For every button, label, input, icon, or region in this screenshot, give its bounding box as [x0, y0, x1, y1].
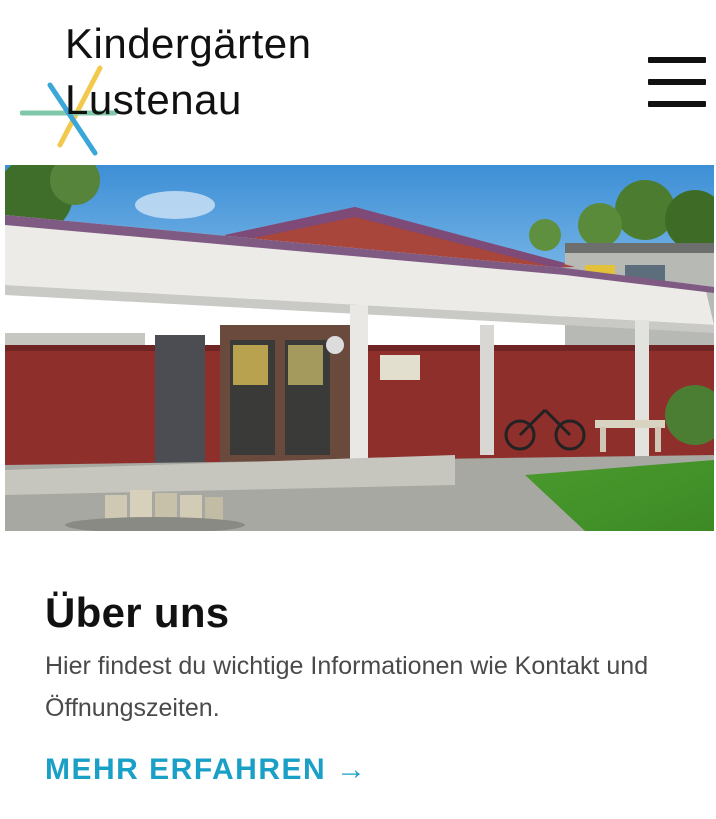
- site-header: Kindergärten Lustenau: [0, 0, 716, 165]
- section-description: Hier findest du wichtige Informationen w…: [45, 652, 649, 722]
- logo-line-1: Kindergärten: [65, 20, 312, 67]
- hamburger-menu-button[interactable]: [648, 55, 710, 113]
- logo-line-2: Lustenau: [65, 76, 242, 123]
- hero-image: [5, 165, 714, 531]
- menu-line-icon: [648, 101, 706, 107]
- kindergarten-building-image: [5, 165, 714, 531]
- menu-line-icon: [648, 79, 706, 85]
- about-section: Über uns Hier findest du wichtige Inform…: [0, 531, 716, 819]
- more-info-link[interactable]: MEHR ERFAHREN →: [45, 753, 368, 787]
- section-title: Über uns: [45, 589, 230, 636]
- menu-line-icon: [648, 57, 706, 63]
- site-logo[interactable]: Kindergärten Lustenau: [20, 10, 380, 160]
